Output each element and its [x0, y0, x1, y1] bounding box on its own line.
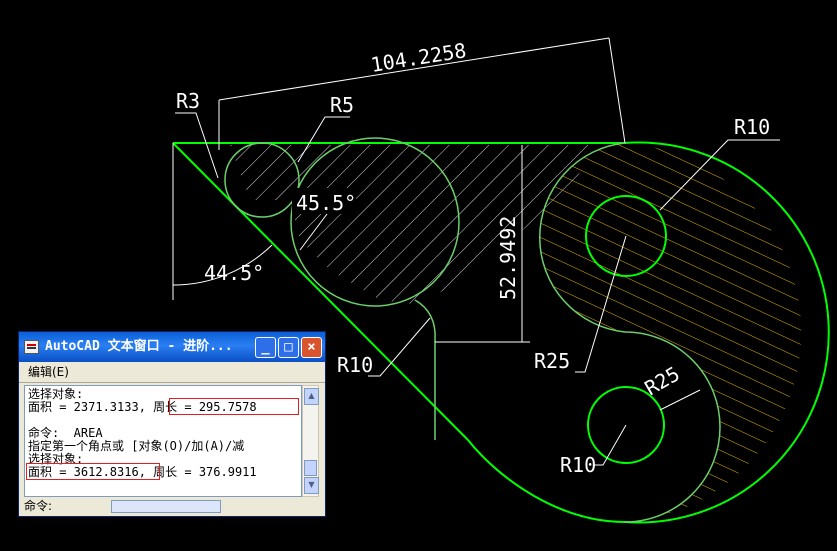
dim-text-angle-inner: 45.5°	[296, 191, 356, 215]
close-button[interactable]: ×	[301, 337, 322, 358]
radius-label-r10-bottom: R10	[560, 453, 596, 477]
menu-bar: 编辑(E)	[19, 362, 325, 383]
scroll-thumb[interactable]	[304, 460, 317, 476]
radius-label-r3: R3	[176, 89, 200, 113]
scroll-up-icon[interactable]: ▲	[304, 388, 319, 405]
minimize-button[interactable]: _	[255, 337, 276, 358]
autocad-text-window[interactable]: AutoCAD 文本窗口 - 进阶... _ □ × 编辑(E) 选择对象: 面…	[18, 331, 326, 517]
highlight-area	[26, 463, 160, 480]
maximize-button[interactable]: □	[278, 337, 299, 358]
menu-item-edit[interactable]: 编辑(E)	[28, 365, 69, 379]
autocad-app-icon	[24, 340, 39, 354]
window-title: AutoCAD 文本窗口 - 进阶...	[45, 339, 233, 354]
radius-label-r25-upper: R25	[534, 349, 570, 373]
highlight-perimeter	[169, 398, 299, 415]
radius-label-r5: R5	[330, 93, 354, 117]
vertical-scrollbar[interactable]: ▲ ▼	[302, 385, 319, 497]
horizontal-scrollbar[interactable]	[111, 500, 221, 513]
radius-label-r10-top: R10	[734, 115, 770, 139]
command-prompt: 命令:	[24, 499, 53, 513]
radius-label-r10-left: R10	[337, 353, 373, 377]
dim-text-length: 104.2258	[369, 38, 468, 77]
command-history[interactable]: 选择对象: 面积 = 2371.3133, 周长 = 295.7578 命令: …	[24, 385, 302, 497]
dim-text-vertical: 52.9492	[496, 216, 520, 300]
window-titlebar[interactable]: AutoCAD 文本窗口 - 进阶... _ □ ×	[19, 332, 325, 362]
dim-text-angle-outer: 44.5°	[204, 261, 264, 285]
scroll-down-icon[interactable]: ▼	[304, 477, 319, 494]
